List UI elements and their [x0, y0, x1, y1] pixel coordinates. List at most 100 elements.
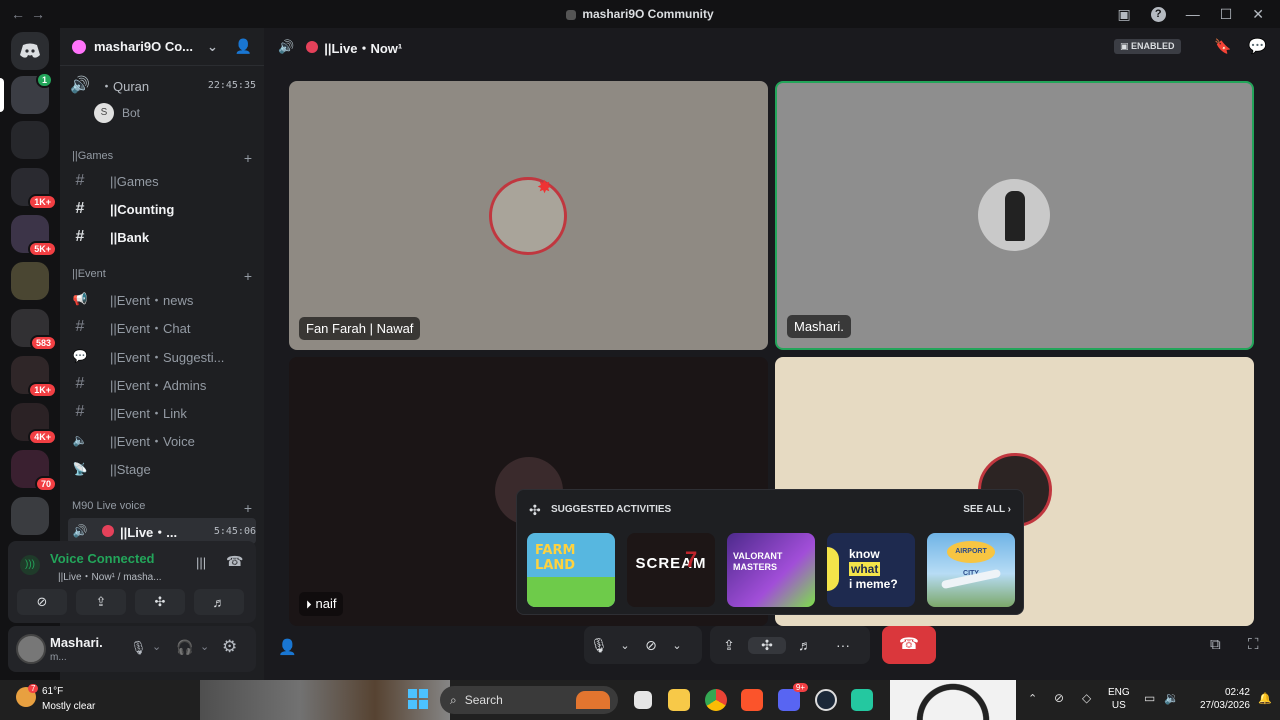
language-indicator[interactable]: ENG US [1108, 686, 1130, 712]
category-event[interactable]: ||Event + [72, 268, 252, 284]
tray-app-icon[interactable]: ◇ [1082, 691, 1091, 705]
activity-card-farm-land[interactable]: FARM LAND [527, 533, 615, 607]
text-channel[interactable]: # ||Bank [68, 224, 256, 250]
maximize-icon[interactable]: ☐ [1220, 6, 1233, 23]
voice-member-bot[interactable]: S Bot [94, 100, 256, 126]
participant-tile[interactable]: ✸ Fan Farah | Nawaf [289, 81, 768, 350]
text-channel[interactable]: # ||Event・Admins [68, 371, 256, 397]
activity-card-scream[interactable]: SCREAM 7 [627, 533, 715, 607]
notification-icon[interactable]: 🔔 [1258, 692, 1272, 705]
add-member-icon[interactable]: 👤 [235, 38, 252, 55]
network-off-icon[interactable]: ⊘ [1054, 691, 1064, 705]
disconnect-button[interactable]: ☎ [882, 626, 936, 664]
see-all-link[interactable]: SEE ALL › [963, 504, 1011, 515]
disconnect-icon[interactable]: ☎ [226, 553, 243, 570]
weather-temp[interactable]: 61°F [42, 686, 63, 697]
file-explorer-icon[interactable] [668, 689, 690, 711]
camera-off-icon[interactable]: ⊘ [636, 637, 666, 654]
clock[interactable]: 02:42 27/03/2026 [1192, 686, 1250, 712]
server-folder[interactable] [11, 497, 49, 535]
voice-channel-quran[interactable]: 🔊 ・Quran 22:45:35 [68, 72, 256, 98]
server-folder[interactable] [11, 262, 49, 300]
text-channel[interactable]: # ||Counting [68, 196, 256, 222]
screen-share-icon[interactable]: ⇪ [710, 637, 748, 654]
help-icon[interactable]: ? [1150, 6, 1166, 22]
invite-icon[interactable]: 👤 [278, 638, 297, 656]
activities-icon[interactable]: ✣ [748, 636, 786, 654]
weather-desc[interactable]: Mostly clear [42, 701, 95, 712]
headphones-icon[interactable]: 🎧 [176, 639, 193, 656]
display-icon[interactable]: ▭ [1144, 691, 1155, 705]
start-button[interactable] [408, 689, 428, 709]
steam-icon[interactable] [815, 689, 837, 711]
server-folder[interactable]: 4K+ [11, 403, 57, 445]
server-folder[interactable]: 1K+ [11, 356, 57, 398]
stage-channel[interactable]: 📡 ||Stage [68, 456, 256, 482]
soundboard-button[interactable]: ♬ [194, 589, 244, 615]
channel-label: ||Event・Voice [110, 433, 195, 449]
participant-tile[interactable]: Mashari. [775, 81, 1254, 350]
server-name: mashari9O Co... [94, 39, 193, 54]
chat-icon[interactable]: 💬 [1248, 37, 1267, 55]
user-name[interactable]: Mashari. [50, 635, 103, 650]
user-panel: Mashari. m... 🎙 ⌄ 🎧 ⌄ ⚙ [8, 626, 256, 672]
popout-icon[interactable]: ⧉ [1210, 636, 1221, 653]
text-channel[interactable]: # ||Event・Link [68, 399, 256, 425]
chevron-down-icon[interactable]: ⌄ [152, 640, 161, 653]
fullscreen-icon[interactable]: ⛶ [1248, 636, 1259, 653]
server-folder[interactable]: 70 [11, 450, 57, 492]
settings-icon[interactable]: ⚙ [222, 637, 237, 657]
activity-card-airport-city[interactable]: AIRPORT CITY [927, 533, 1015, 607]
discord-icon[interactable]: 9+ [778, 683, 808, 711]
avatar[interactable] [16, 634, 46, 664]
chevron-down-icon[interactable]: ⌄ [200, 640, 209, 653]
minimize-icon[interactable]: — [1186, 6, 1200, 22]
voice-status[interactable]: Voice Connected [50, 551, 155, 566]
mic-camera-group: 🎙 ⌄ ⊘ ⌄ [584, 626, 702, 664]
discord-home-button[interactable] [11, 32, 49, 70]
activity-card-know-what-i-meme[interactable]: know what i meme? [827, 533, 915, 607]
screen-share-button[interactable]: ⇪ [76, 589, 126, 615]
text-channel[interactable]: # ||Games [68, 168, 256, 194]
announcement-channel[interactable]: 📢 ||Event・news [68, 286, 256, 312]
chrome-icon[interactable] [705, 689, 727, 711]
add-channel-icon[interactable]: + [244, 500, 252, 516]
chevron-down-icon[interactable]: ⌄ [666, 639, 688, 652]
camera-off-button[interactable]: ⊘ [17, 589, 67, 615]
add-channel-icon[interactable]: + [244, 268, 252, 284]
server-folder[interactable]: 583 [11, 309, 57, 351]
activities-button[interactable]: ✣ [135, 589, 185, 615]
microphone-icon[interactable]: 🎙 [584, 637, 614, 654]
category-games[interactable]: ||Games + [72, 150, 252, 166]
chevron-down-icon[interactable]: ⌄ [614, 639, 636, 652]
activity-card-valorant[interactable]: VALORANT MASTERS [727, 533, 815, 607]
soccer-ball-wallpaper [890, 680, 1016, 720]
server-header[interactable]: mashari9O Co... ⌄ 👤 [60, 28, 264, 66]
bookmark-icon[interactable]: 🔖 [1214, 38, 1231, 55]
category-live[interactable]: M90 Live voice + [72, 500, 252, 516]
search-box[interactable]: ⌕ Search [440, 686, 618, 714]
server-folder[interactable] [11, 121, 49, 159]
unread-badge: 583 [29, 335, 57, 351]
app-icon[interactable] [851, 689, 873, 711]
inbox-icon[interactable]: ▣ [1117, 6, 1130, 23]
enabled-badge[interactable]: ▣ ENABLED [1114, 39, 1181, 54]
more-icon[interactable]: ··· [824, 637, 862, 653]
tray-overflow-icon[interactable]: ⌃ [1028, 692, 1037, 705]
task-view-icon[interactable] [634, 691, 652, 709]
microphone-icon[interactable]: 🎙 [130, 640, 147, 656]
volume-icon[interactable]: 🔉 [1164, 691, 1179, 705]
soundboard-icon[interactable]: ♬ [786, 637, 824, 653]
brave-icon[interactable] [741, 689, 763, 711]
add-channel-icon[interactable]: + [244, 150, 252, 166]
voice-channel-path[interactable]: ||Live・Now¹ / masha... [58, 568, 162, 583]
server-folder[interactable]: 5K+ [11, 215, 57, 257]
forum-channel[interactable]: 💬 ||Event・Suggesti... [68, 343, 256, 369]
text-channel[interactable]: # ||Event・Chat [68, 314, 256, 340]
server-folder[interactable]: 1K+ [11, 168, 57, 210]
noise-suppression-icon[interactable]: ||| [196, 555, 206, 570]
server-icon-active[interactable]: 1 [11, 72, 53, 114]
close-icon[interactable]: ✕ [1252, 6, 1264, 23]
speaker-icon: 🔊 [70, 77, 90, 94]
voice-channel[interactable]: 🔈 ||Event・Voice [68, 427, 256, 453]
